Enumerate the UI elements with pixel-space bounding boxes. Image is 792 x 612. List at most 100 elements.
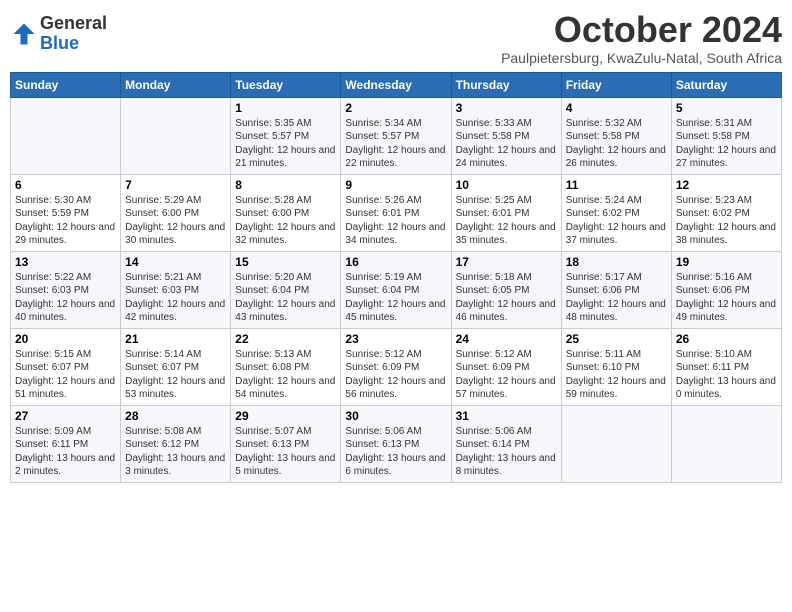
- day-daylight: Daylight: 12 hours and 30 minutes.: [125, 222, 225, 247]
- calendar-day-cell: 6 Sunrise: 5:30 AM Sunset: 5:59 PM Dayli…: [11, 174, 121, 251]
- day-daylight: Daylight: 12 hours and 27 minutes.: [676, 145, 776, 170]
- day-number: 19: [676, 255, 777, 269]
- calendar-day-cell: 8 Sunrise: 5:28 AM Sunset: 6:00 PM Dayli…: [231, 174, 341, 251]
- day-daylight: Daylight: 12 hours and 45 minutes.: [345, 299, 445, 324]
- col-tuesday: Tuesday: [231, 72, 341, 97]
- day-sunset: Sunset: 6:01 PM: [456, 208, 530, 219]
- calendar-day-cell: 23 Sunrise: 5:12 AM Sunset: 6:09 PM Dayl…: [341, 328, 451, 405]
- day-number: 29: [235, 409, 336, 423]
- day-number: 26: [676, 332, 777, 346]
- calendar-week-row: 13 Sunrise: 5:22 AM Sunset: 6:03 PM Dayl…: [11, 251, 782, 328]
- day-sunset: Sunset: 6:06 PM: [676, 285, 750, 296]
- day-daylight: Daylight: 12 hours and 51 minutes.: [15, 376, 115, 401]
- day-sunset: Sunset: 6:02 PM: [566, 208, 640, 219]
- logo-text: General Blue: [40, 14, 107, 54]
- day-daylight: Daylight: 13 hours and 0 minutes.: [676, 376, 776, 401]
- calendar-day-cell: 4 Sunrise: 5:32 AM Sunset: 5:58 PM Dayli…: [561, 97, 671, 174]
- day-sunset: Sunset: 6:13 PM: [235, 439, 309, 450]
- calendar-day-cell: 20 Sunrise: 5:15 AM Sunset: 6:07 PM Dayl…: [11, 328, 121, 405]
- day-sunrise: Sunrise: 5:28 AM: [235, 195, 311, 206]
- calendar-day-cell: 14 Sunrise: 5:21 AM Sunset: 6:03 PM Dayl…: [121, 251, 231, 328]
- day-sunrise: Sunrise: 5:15 AM: [15, 349, 91, 360]
- day-daylight: Daylight: 12 hours and 59 minutes.: [566, 376, 666, 401]
- month-title: October 2024: [501, 10, 782, 50]
- day-sunrise: Sunrise: 5:17 AM: [566, 272, 642, 283]
- calendar-day-cell: [121, 97, 231, 174]
- title-block: October 2024 Paulpietersburg, KwaZulu-Na…: [501, 10, 782, 66]
- day-sunset: Sunset: 6:06 PM: [566, 285, 640, 296]
- day-sunrise: Sunrise: 5:11 AM: [566, 349, 641, 360]
- day-daylight: Daylight: 12 hours and 43 minutes.: [235, 299, 335, 324]
- day-sunrise: Sunrise: 5:24 AM: [566, 195, 642, 206]
- day-daylight: Daylight: 13 hours and 2 minutes.: [15, 453, 115, 478]
- calendar-day-cell: 25 Sunrise: 5:11 AM Sunset: 6:10 PM Dayl…: [561, 328, 671, 405]
- day-sunset: Sunset: 6:11 PM: [15, 439, 88, 450]
- day-sunrise: Sunrise: 5:16 AM: [676, 272, 752, 283]
- day-number: 28: [125, 409, 226, 423]
- calendar-day-cell: [561, 405, 671, 482]
- day-sunrise: Sunrise: 5:09 AM: [15, 426, 91, 437]
- day-sunrise: Sunrise: 5:25 AM: [456, 195, 532, 206]
- day-daylight: Daylight: 12 hours and 49 minutes.: [676, 299, 776, 324]
- calendar-day-cell: 28 Sunrise: 5:08 AM Sunset: 6:12 PM Dayl…: [121, 405, 231, 482]
- calendar-week-row: 27 Sunrise: 5:09 AM Sunset: 6:11 PM Dayl…: [11, 405, 782, 482]
- logo-icon: [10, 20, 38, 48]
- col-sunday: Sunday: [11, 72, 121, 97]
- day-sunset: Sunset: 5:58 PM: [676, 131, 750, 142]
- day-sunrise: Sunrise: 5:07 AM: [235, 426, 311, 437]
- day-number: 24: [456, 332, 557, 346]
- day-number: 27: [15, 409, 116, 423]
- calendar-day-cell: 5 Sunrise: 5:31 AM Sunset: 5:58 PM Dayli…: [671, 97, 781, 174]
- day-sunrise: Sunrise: 5:08 AM: [125, 426, 201, 437]
- calendar-day-cell: 11 Sunrise: 5:24 AM Sunset: 6:02 PM Dayl…: [561, 174, 671, 251]
- location-subtitle: Paulpietersburg, KwaZulu-Natal, South Af…: [501, 50, 782, 66]
- day-sunrise: Sunrise: 5:29 AM: [125, 195, 201, 206]
- page-header: General Blue October 2024 Paulpietersbur…: [10, 10, 782, 66]
- day-daylight: Daylight: 12 hours and 38 minutes.: [676, 222, 776, 247]
- day-number: 18: [566, 255, 667, 269]
- calendar-day-cell: 16 Sunrise: 5:19 AM Sunset: 6:04 PM Dayl…: [341, 251, 451, 328]
- day-number: 21: [125, 332, 226, 346]
- calendar-day-cell: 18 Sunrise: 5:17 AM Sunset: 6:06 PM Dayl…: [561, 251, 671, 328]
- day-sunrise: Sunrise: 5:12 AM: [345, 349, 421, 360]
- day-sunset: Sunset: 6:03 PM: [125, 285, 199, 296]
- calendar-table: Sunday Monday Tuesday Wednesday Thursday…: [10, 72, 782, 483]
- day-number: 9: [345, 178, 446, 192]
- day-number: 15: [235, 255, 336, 269]
- day-daylight: Daylight: 12 hours and 53 minutes.: [125, 376, 225, 401]
- day-daylight: Daylight: 12 hours and 46 minutes.: [456, 299, 556, 324]
- day-number: 30: [345, 409, 446, 423]
- day-sunrise: Sunrise: 5:23 AM: [676, 195, 752, 206]
- day-daylight: Daylight: 12 hours and 32 minutes.: [235, 222, 335, 247]
- calendar-day-cell: 2 Sunrise: 5:34 AM Sunset: 5:57 PM Dayli…: [341, 97, 451, 174]
- day-sunrise: Sunrise: 5:34 AM: [345, 118, 421, 129]
- calendar-day-cell: 27 Sunrise: 5:09 AM Sunset: 6:11 PM Dayl…: [11, 405, 121, 482]
- day-number: 14: [125, 255, 226, 269]
- calendar-day-cell: 1 Sunrise: 5:35 AM Sunset: 5:57 PM Dayli…: [231, 97, 341, 174]
- day-sunset: Sunset: 6:00 PM: [125, 208, 199, 219]
- day-number: 7: [125, 178, 226, 192]
- day-sunrise: Sunrise: 5:33 AM: [456, 118, 532, 129]
- calendar-day-cell: 12 Sunrise: 5:23 AM Sunset: 6:02 PM Dayl…: [671, 174, 781, 251]
- day-number: 22: [235, 332, 336, 346]
- calendar-day-cell: 10 Sunrise: 5:25 AM Sunset: 6:01 PM Dayl…: [451, 174, 561, 251]
- day-daylight: Daylight: 13 hours and 6 minutes.: [345, 453, 445, 478]
- day-sunrise: Sunrise: 5:32 AM: [566, 118, 642, 129]
- day-sunset: Sunset: 6:14 PM: [456, 439, 530, 450]
- day-sunset: Sunset: 6:04 PM: [235, 285, 309, 296]
- day-sunrise: Sunrise: 5:35 AM: [235, 118, 311, 129]
- calendar-day-cell: 30 Sunrise: 5:06 AM Sunset: 6:13 PM Dayl…: [341, 405, 451, 482]
- day-sunrise: Sunrise: 5:20 AM: [235, 272, 311, 283]
- day-sunrise: Sunrise: 5:30 AM: [15, 195, 91, 206]
- day-number: 2: [345, 101, 446, 115]
- logo-general: General: [40, 14, 107, 34]
- day-sunrise: Sunrise: 5:14 AM: [125, 349, 201, 360]
- day-number: 10: [456, 178, 557, 192]
- col-monday: Monday: [121, 72, 231, 97]
- day-number: 3: [456, 101, 557, 115]
- day-number: 8: [235, 178, 336, 192]
- day-number: 20: [15, 332, 116, 346]
- day-number: 31: [456, 409, 557, 423]
- calendar-day-cell: 13 Sunrise: 5:22 AM Sunset: 6:03 PM Dayl…: [11, 251, 121, 328]
- day-sunset: Sunset: 6:10 PM: [566, 362, 640, 373]
